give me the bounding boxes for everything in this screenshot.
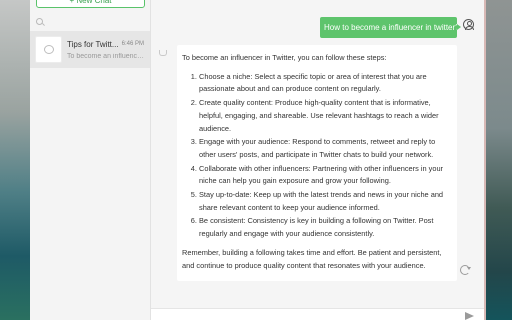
- new-chat-button[interactable]: + New Chat: [36, 0, 145, 8]
- search-icon: [36, 18, 43, 25]
- user-message: How to become a influencer in twitter?: [320, 17, 461, 38]
- chat-time: 6:46 PM: [121, 41, 144, 47]
- bot-icon: [159, 50, 167, 56]
- chat-preview: To become an influence...: [67, 53, 146, 60]
- assistant-outro: Remember, building a following takes tim…: [182, 247, 442, 270]
- list-item: Choose a niche: Select a specific topic …: [199, 71, 451, 96]
- desktop-wallpaper-right: [486, 0, 512, 320]
- list-item: Create quality content: Produce high-qua…: [199, 97, 451, 135]
- sidebar: + New Chat Tips for Twitt... 6:46 PM To …: [30, 0, 151, 320]
- conversation-pane: How to become a influencer in twitter? T…: [151, 0, 484, 320]
- list-item: Stay up-to-date: Keep up with the latest…: [199, 189, 451, 214]
- chat-title: Tips for Twitt...: [67, 40, 119, 49]
- search-bar[interactable]: [35, 17, 145, 29]
- refresh-icon[interactable]: [460, 265, 471, 275]
- message-input[interactable]: [155, 311, 455, 320]
- list-item: Engage with your audience: Respond to co…: [199, 136, 451, 161]
- assistant-message: To become an influencer in Twitter, you …: [177, 45, 457, 281]
- desktop-wallpaper-left: [0, 0, 30, 320]
- user-icon: [463, 19, 474, 30]
- send-icon[interactable]: [465, 312, 474, 320]
- composer: [151, 308, 484, 320]
- assistant-intro: To become an influencer in Twitter, you …: [182, 53, 387, 62]
- list-item: Collaborate with other influencers: Part…: [199, 163, 451, 188]
- chat-bubble-icon: [35, 36, 62, 63]
- app-window: + New Chat Tips for Twitt... 6:46 PM To …: [30, 0, 486, 320]
- chat-list-item[interactable]: Tips for Twitt... 6:46 PM To become an i…: [30, 31, 150, 68]
- list-item: Be consistent: Consistency is key in bui…: [199, 215, 451, 240]
- steps-list: Choose a niche: Select a specific topic …: [182, 71, 451, 241]
